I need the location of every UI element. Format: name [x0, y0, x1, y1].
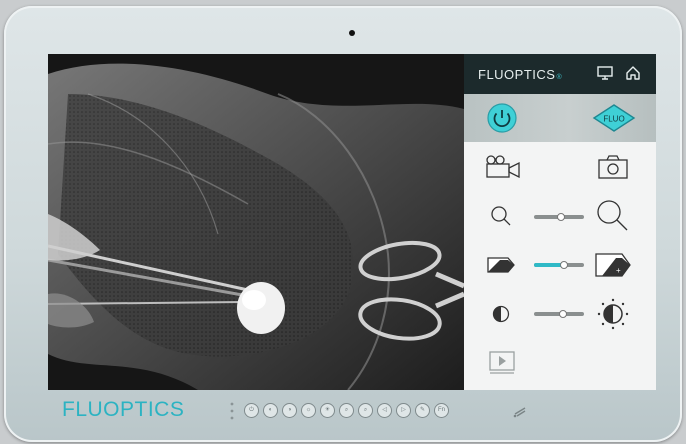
svg-text:+: + — [495, 265, 499, 272]
contrast-low-icon[interactable] — [491, 304, 511, 324]
control-panel: FLUOPTICS® FLUO + + — [464, 54, 656, 390]
contrast-up-hw-button[interactable]: ◑ — [282, 403, 297, 418]
zoom-in-hw-button[interactable]: ⌕ — [358, 403, 373, 418]
brand-mark: ® — [556, 74, 563, 81]
home-icon[interactable] — [624, 64, 642, 82]
brightness-high-icon[interactable]: + — [594, 252, 632, 278]
contrast-down-hw-button[interactable]: ◐ — [263, 403, 278, 418]
indicator-leds — [230, 402, 234, 420]
zoom-slider[interactable] — [534, 213, 584, 221]
surgical-scene — [48, 54, 464, 390]
contrast-high-icon[interactable] — [596, 297, 630, 331]
power-icon[interactable] — [486, 102, 518, 134]
panel-brand-text: FLUOPTICS — [478, 67, 556, 82]
front-camera — [349, 30, 355, 36]
tablet-device: FLUOPTICS® FLUO + + — [4, 6, 682, 442]
wifi-icon — [513, 407, 526, 418]
svg-text:+: + — [616, 266, 621, 275]
brightness-slider-knob[interactable] — [560, 261, 569, 269]
edit-hw-button[interactable]: ✎ — [415, 403, 430, 418]
zoom-in-icon[interactable] — [595, 198, 631, 234]
power-row: FLUO — [464, 94, 656, 142]
contrast-slider-knob[interactable] — [559, 310, 568, 318]
zoom-out-hw-button[interactable]: ⌕ — [339, 403, 354, 418]
monitor-icon[interactable] — [596, 64, 614, 82]
device-brand-logo: FLUOPTICS — [62, 398, 185, 421]
photo-camera-icon[interactable] — [597, 154, 629, 180]
screen: FLUOPTICS® FLUO + + — [48, 54, 656, 390]
brightness-down-hw-button[interactable]: ☼ — [301, 403, 316, 418]
brightness-up-hw-button[interactable]: ☀ — [320, 403, 335, 418]
zoom-out-icon[interactable] — [489, 204, 513, 228]
zoom-slider-knob[interactable] — [557, 213, 566, 221]
playback-icon[interactable] — [488, 350, 516, 376]
fluo-label: FLUO — [603, 115, 624, 124]
next-hw-button[interactable]: ▷ — [396, 403, 411, 418]
fluo-mode-icon[interactable]: FLUO — [592, 103, 636, 133]
brightness-low-icon[interactable]: + — [486, 256, 516, 274]
power-hw-button[interactable]: ⏻ — [244, 403, 259, 418]
fn-hw-button[interactable]: Fn — [434, 403, 449, 418]
brightness-slider[interactable] — [534, 261, 584, 269]
video-camera-icon[interactable] — [484, 154, 522, 178]
contrast-slider[interactable] — [534, 310, 584, 318]
panel-brand: FLUOPTICS® — [478, 67, 562, 82]
panel-header: FLUOPTICS® — [464, 54, 656, 94]
video-feed — [48, 54, 464, 390]
prev-hw-button[interactable]: ◁ — [377, 403, 392, 418]
